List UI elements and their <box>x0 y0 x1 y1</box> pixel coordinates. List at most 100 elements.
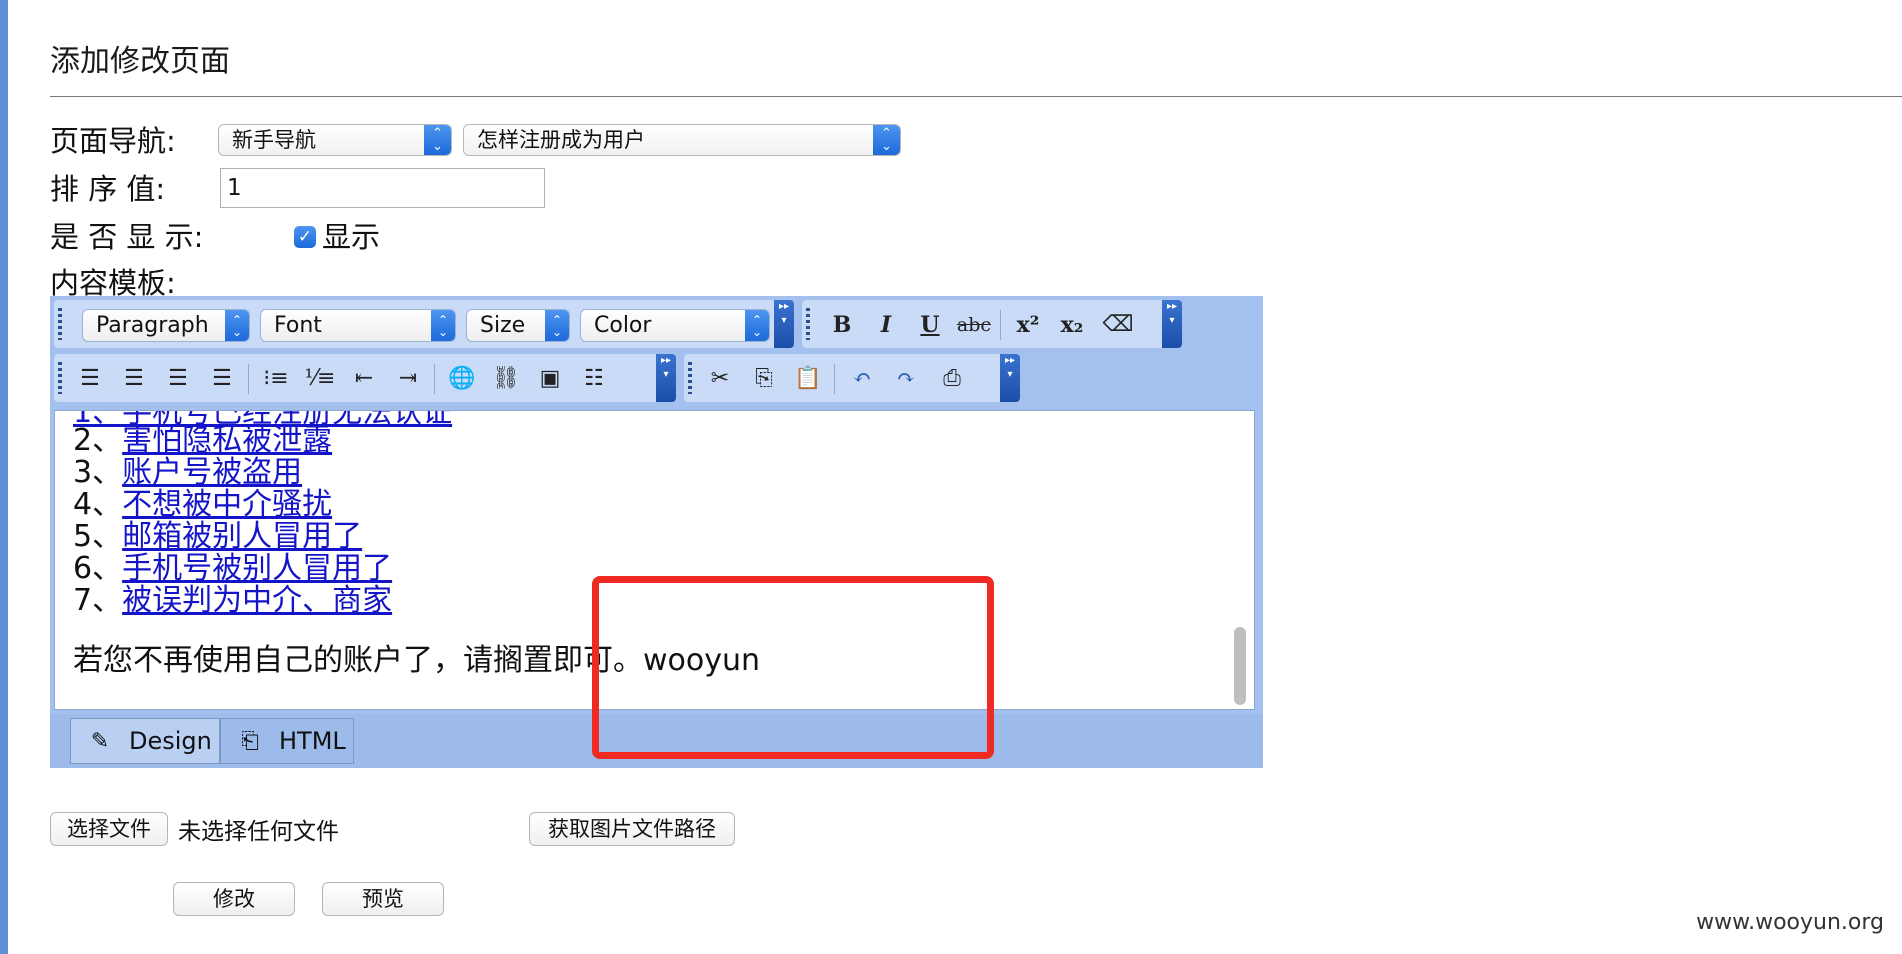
font-select[interactable]: Font ⌃ ⌄ <box>260 309 456 342</box>
list-item-number: 4、 <box>73 487 123 522</box>
toolbar-grip[interactable] <box>806 308 810 340</box>
tab-html-label: HTML <box>279 727 346 755</box>
get-image-path-button[interactable]: 获取图片文件路径 <box>529 812 735 846</box>
title-divider <box>50 96 1902 97</box>
editor-scrollbar[interactable] <box>1234 627 1246 705</box>
toolbar-grip[interactable] <box>58 362 62 394</box>
link-icon[interactable]: 🌐 <box>444 362 480 396</box>
toolbar-overflow-icon[interactable]: ▸▸ ▾ <box>1162 300 1182 348</box>
align-center-icon[interactable]: ☰ <box>160 362 196 396</box>
undo-icon[interactable]: ↶ <box>844 362 880 396</box>
size-select-label: Size <box>480 313 526 338</box>
list-item: 6、手机号被别人冒用了 <box>73 553 392 585</box>
nav-label: 页面导航: <box>50 124 176 158</box>
watermark-text: www.wooyun.org <box>1696 910 1884 935</box>
toolbar-group-style: B I U abc x² x₂ ⌫ ▸▸ ▾ <box>802 300 1182 348</box>
toolbar-grip[interactable] <box>58 308 62 340</box>
nav-primary-select[interactable]: 新手导航 ⌃ ⌄ <box>218 124 452 156</box>
toolbar-separator <box>434 364 435 394</box>
font-select-label: Font <box>274 313 322 338</box>
print-icon[interactable]: ⎙ <box>934 362 970 396</box>
outdent-icon[interactable]: ⇤ <box>346 362 382 396</box>
display-label: 是 否 显 示: <box>50 220 204 254</box>
toolbar-grip[interactable] <box>688 362 692 394</box>
modify-button[interactable]: 修改 <box>173 882 295 916</box>
list-item-number: 7、 <box>73 583 123 618</box>
chevron-up-down-icon: ⌃ ⌄ <box>745 310 769 341</box>
tab-html[interactable]: ⎗ HTML <box>220 718 354 764</box>
nav-secondary-value: 怎样注册成为用户 <box>477 128 645 152</box>
list-item: 5、邮箱被别人冒用了 <box>73 521 362 553</box>
cut-icon[interactable]: ✂ <box>702 362 738 396</box>
content-link[interactable]: 害怕隐私被泄露 <box>122 423 332 458</box>
list-item-number: 3、 <box>73 455 123 490</box>
subscript-icon[interactable]: x₂ <box>1054 308 1090 342</box>
copy-icon[interactable]: ⎘ <box>746 362 782 396</box>
display-option-label: 显示 <box>322 220 381 254</box>
indent-icon[interactable]: ⇥ <box>390 362 426 396</box>
color-select-label: Color <box>594 313 652 338</box>
paragraph-select[interactable]: Paragraph ⌃ ⌄ <box>82 309 250 342</box>
eraser-icon[interactable]: ⌫ <box>1100 308 1136 342</box>
color-select[interactable]: Color ⌃ ⌄ <box>580 309 770 342</box>
numbered-list-icon[interactable]: ⅟≡ <box>302 362 338 396</box>
align-right-icon[interactable]: ☰ <box>116 362 152 396</box>
content-link[interactable]: 不想被中介骚扰 <box>122 487 332 522</box>
toolbar-separator <box>1000 310 1001 340</box>
align-left-icon[interactable]: ☰ <box>72 362 108 396</box>
content-link[interactable]: 账户号被盗用 <box>122 455 302 490</box>
strikethrough-icon[interactable]: abc <box>956 308 992 342</box>
file-status-text: 未选择任何文件 <box>178 819 339 845</box>
chevron-up-down-icon: ⌃ ⌄ <box>545 310 569 341</box>
choose-file-button[interactable]: 选择文件 <box>50 812 168 846</box>
tab-design[interactable]: ✎ Design <box>70 718 220 764</box>
horizontal-rule-icon[interactable]: ☷ <box>576 362 612 396</box>
content-link[interactable]: 被误判为中介、商家 <box>122 583 392 618</box>
list-item: 7、被误判为中介、商家 <box>73 585 392 617</box>
chevron-up-down-icon: ⌃ ⌄ <box>873 125 900 155</box>
list-item: 4、不想被中介骚扰 <box>73 489 332 521</box>
page-title: 添加修改页面 <box>50 44 230 79</box>
image-icon[interactable]: ▣ <box>532 362 568 396</box>
list-item-number: 6、 <box>73 551 123 586</box>
align-justify-icon[interactable]: ☰ <box>204 362 240 396</box>
toolbar-separator <box>248 364 249 394</box>
italic-icon[interactable]: I <box>868 308 904 342</box>
unlink-icon[interactable]: ⛓ <box>488 362 524 396</box>
content-link[interactable]: 邮箱被别人冒用了 <box>122 519 362 554</box>
nav-secondary-select[interactable]: 怎样注册成为用户 ⌃ ⌄ <box>463 124 901 156</box>
underline-icon[interactable]: U <box>912 308 948 342</box>
toolbar-group-format: Paragraph ⌃ ⌄ Font ⌃ ⌄ Size ⌃ ⌄ Color ⌃ ⌄ ▸▸… <box>54 300 794 348</box>
redo-icon[interactable]: ↷ <box>888 362 924 396</box>
toolbar-overflow-icon[interactable]: ▸▸ ▾ <box>1000 354 1020 402</box>
toolbar-separator <box>834 364 835 394</box>
bullet-list-icon[interactable]: ⁝≡ <box>258 362 294 396</box>
order-label: 排 序 值: <box>50 172 166 206</box>
tab-design-label: Design <box>129 727 212 755</box>
preview-button[interactable]: 预览 <box>322 882 444 916</box>
size-select[interactable]: Size ⌃ ⌄ <box>466 309 570 342</box>
chevron-up-down-icon: ⌃ ⌄ <box>225 310 249 341</box>
toolbar-group-edit: ✂ ⎘ 📋 ↶ ↷ ⎙ ▸▸ ▾ <box>684 354 1020 402</box>
html-document-icon: ⎗ <box>241 729 259 754</box>
paste-icon[interactable]: 📋 <box>790 362 826 396</box>
bold-icon[interactable]: B <box>824 308 860 342</box>
superscript-icon[interactable]: x² <box>1010 308 1046 342</box>
toolbar-overflow-icon[interactable]: ▸▸ ▾ <box>656 354 676 402</box>
list-item-number: 5、 <box>73 519 123 554</box>
list-item-number: 2、 <box>73 423 123 458</box>
left-accent-bar <box>0 0 8 954</box>
list-item: 2、害怕隐私被泄露 <box>73 425 332 457</box>
chevron-up-down-icon: ⌃ ⌄ <box>431 310 455 341</box>
toolbar-group-layout: ☰ ☰ ☰ ☰ ⁝≡ ⅟≡ ⇤ ⇥ 🌐 ⛓ ▣ ☷ ▸▸ ▾ <box>54 354 676 402</box>
chevron-up-down-icon: ⌃ ⌄ <box>424 125 451 155</box>
content-link[interactable]: 手机号被别人冒用了 <box>122 551 392 586</box>
list-item: 3、账户号被盗用 <box>73 457 302 489</box>
toolbar-overflow-icon[interactable]: ▸▸ ▾ <box>774 300 794 348</box>
highlight-annotation-box <box>592 576 994 759</box>
display-checkbox[interactable]: ✓ <box>294 226 316 248</box>
design-pencil-icon: ✎ <box>90 729 110 754</box>
order-input[interactable]: 1 <box>220 168 545 208</box>
paragraph-select-label: Paragraph <box>96 313 209 338</box>
nav-primary-value: 新手导航 <box>232 128 316 152</box>
